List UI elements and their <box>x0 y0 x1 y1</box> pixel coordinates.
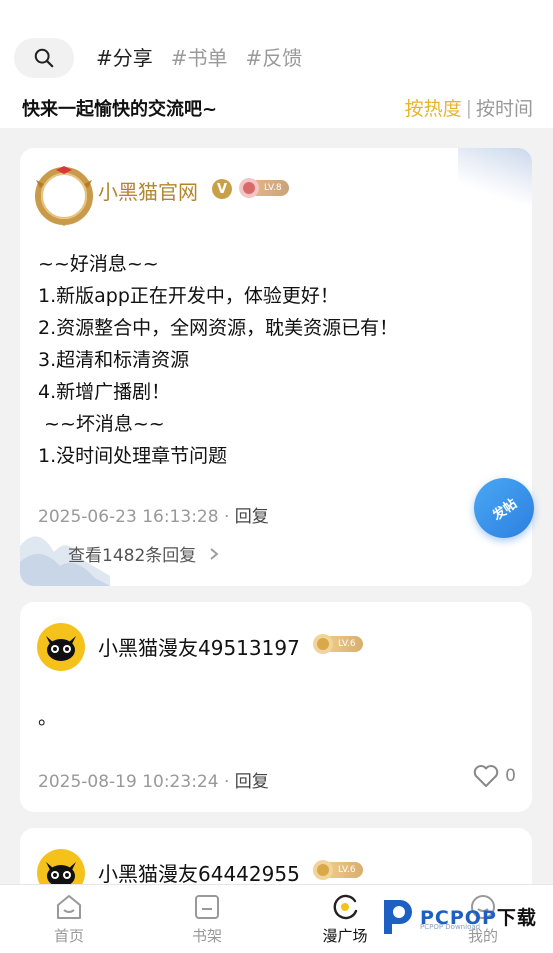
bookshelf-icon <box>195 895 219 919</box>
view-replies-link[interactable]: 查看1482条回复 <box>68 541 220 566</box>
medal-icon <box>239 178 259 198</box>
heart-icon <box>473 765 499 787</box>
sort-by-hot[interactable]: 按热度 <box>405 94 462 121</box>
search-icon <box>34 48 54 68</box>
timestamp: 2025-06-23 16:13:28 <box>38 507 219 527</box>
sort-by-time[interactable]: 按时间 <box>476 94 533 121</box>
username[interactable]: 小黑猫漫友64442955 <box>98 858 300 887</box>
home-icon <box>57 895 81 919</box>
tab-home[interactable]: 首页 <box>29 893 109 946</box>
post-card[interactable]: 小黑猫官网 V LV.8 ~~好消息~~ 1.新版app正在开发中，体验更好！ … <box>20 148 532 586</box>
verified-icon: V <box>212 179 232 199</box>
top-bar: #分享 #书单 #反馈 快来一起愉快的交流吧~ 按热度 | 按时间 <box>0 0 553 128</box>
tab-feedback[interactable]: #反馈 <box>246 42 303 71</box>
username[interactable]: 小黑猫官网 <box>98 176 198 205</box>
reply-button[interactable]: 回复 <box>235 772 269 792</box>
tab-plaza[interactable]: 漫广场 <box>305 893 385 946</box>
post-meta: 2025-06-23 16:13:28 · 回复 <box>38 507 269 527</box>
tab-booklist[interactable]: #书单 <box>171 42 228 71</box>
level-badge: LV.6 <box>312 634 363 654</box>
avatar[interactable] <box>36 622 86 672</box>
tab-bookshelf[interactable]: 书架 <box>167 893 247 946</box>
chevron-right-icon <box>210 548 219 560</box>
avatar[interactable] <box>34 166 94 226</box>
like-count: 0 <box>505 766 516 786</box>
tab-share[interactable]: #分享 <box>96 42 153 71</box>
username[interactable]: 小黑猫漫友49513197 <box>98 632 300 661</box>
sort-toggle: 按热度 | 按时间 <box>405 94 533 121</box>
pcpop-logo-icon <box>384 900 412 934</box>
reply-button[interactable]: 回复 <box>235 507 269 527</box>
card-decoration <box>458 148 532 204</box>
post-content: ~~好消息~~ 1.新版app正在开发中，体验更好！ 2.资源整合中，全网资源，… <box>38 253 399 467</box>
medal-icon <box>313 860 333 880</box>
like-button[interactable]: 0 <box>473 764 516 788</box>
search-button[interactable] <box>14 38 74 78</box>
post-meta: 2025-08-19 10:23:24 · 回复 <box>38 772 269 792</box>
new-post-button[interactable]: 发帖 <box>474 478 534 538</box>
topic-tabs: #分享 #书单 #反馈 <box>96 42 302 71</box>
post-content: 。 <box>38 707 58 729</box>
level-badge: LV.6 <box>312 860 363 880</box>
post-card[interactable]: 小黑猫漫友49513197 LV.6 。 2025-08-19 10:23:24… <box>20 602 532 812</box>
medal-icon <box>313 634 333 654</box>
timestamp: 2025-08-19 10:23:24 <box>38 772 219 792</box>
watermark: PCPOP下载 PCPOP Download <box>378 896 537 936</box>
page-subtitle: 快来一起愉快的交流吧~ <box>22 99 218 120</box>
level-badge: LV.8 <box>238 178 289 198</box>
sort-divider: | <box>465 96 472 119</box>
plaza-icon <box>333 894 358 920</box>
